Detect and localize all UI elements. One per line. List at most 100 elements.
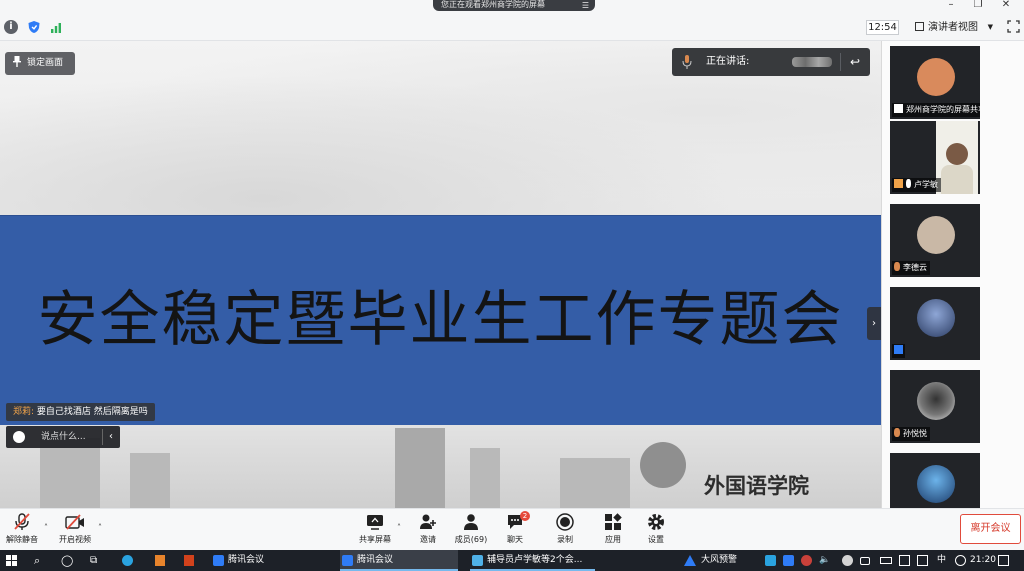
- tencent-meeting-icon: [342, 555, 353, 566]
- share-screen-label: 共享屏幕: [359, 535, 391, 544]
- system-clock[interactable]: 21:20: [970, 550, 996, 571]
- apps-label: 应用: [605, 535, 621, 544]
- muted-microphone-icon: [14, 513, 30, 530]
- shared-screen-stage: 安全稳定暨毕业生工作专题会 外国语学院 锁定画面 正在讲话: ↩ 郑莉: 要自己…: [0, 41, 881, 508]
- display-icon[interactable]: [860, 557, 870, 565]
- info-icon[interactable]: i: [4, 20, 18, 34]
- participant-name: 李德云: [903, 263, 927, 272]
- user-icon: [464, 514, 478, 530]
- minimize-button[interactable]: –: [938, 0, 964, 11]
- building-shape: [560, 458, 630, 508]
- meeting-clock: 12:54: [866, 20, 899, 35]
- chevron-up-icon[interactable]: ˄: [44, 523, 48, 532]
- participant-tile[interactable]: 卢学敏: [890, 121, 980, 194]
- cloud-icon[interactable]: [842, 555, 853, 566]
- chevron-left-icon[interactable]: ‹: [109, 426, 113, 448]
- file-explorer-icon[interactable]: [155, 555, 165, 566]
- apps-button[interactable]: 应用: [600, 512, 626, 550]
- notification-icon[interactable]: [998, 555, 1009, 566]
- weather-alert[interactable]: 大风预警: [684, 550, 754, 571]
- participant-tile[interactable]: [890, 287, 980, 360]
- record-button[interactable]: 录制: [552, 512, 578, 550]
- chat-quick-input[interactable]: 说点什么... ‹: [6, 426, 120, 448]
- unmute-label: 解除静音: [6, 535, 38, 544]
- view-mode-dropdown[interactable]: 演讲者视图 ▼: [915, 19, 999, 36]
- network-icon[interactable]: [917, 555, 928, 566]
- pin-screen-button[interactable]: 锁定画面: [5, 52, 75, 75]
- fullscreen-icon[interactable]: [1007, 20, 1020, 33]
- gear-icon: [648, 514, 664, 530]
- chevron-up-icon[interactable]: ˄: [98, 523, 102, 532]
- task-view-icon[interactable]: ⧉: [90, 550, 97, 571]
- emoji-icon[interactable]: [13, 431, 25, 443]
- person-head-shape: [946, 143, 968, 165]
- avatar: [917, 465, 955, 503]
- screen-share-notice: 您正在观看郑州商学院的屏幕 ☰: [433, 0, 595, 11]
- start-video-button[interactable]: 开启视频: [56, 512, 94, 550]
- layout-icon: [915, 22, 924, 31]
- taskbar-app-label: 腾讯会议: [228, 555, 265, 565]
- participant-tile[interactable]: 李德云: [890, 204, 980, 277]
- user-icon: [894, 179, 903, 188]
- chevron-up-icon[interactable]: ˄: [397, 523, 401, 532]
- participant-name-tag: 孙悦悦: [892, 427, 930, 441]
- settings-button[interactable]: 设置: [643, 512, 669, 550]
- tray-security-icon[interactable]: [801, 555, 812, 566]
- invite-button[interactable]: 邀请: [415, 512, 441, 550]
- search-icon[interactable]: ⌕: [34, 550, 40, 571]
- ime-indicator[interactable]: 中: [937, 550, 946, 571]
- avatar: [917, 58, 955, 96]
- close-button[interactable]: ✕: [993, 0, 1019, 11]
- participant-name: 孙悦悦: [903, 429, 927, 438]
- video-off-icon: [65, 514, 84, 530]
- muted-microphone-icon: [894, 262, 900, 271]
- windows-start-icon[interactable]: [6, 555, 17, 566]
- muted-microphone-icon: [894, 428, 900, 437]
- cortana-icon[interactable]: ◯: [61, 550, 73, 571]
- meeting-toolbar: 解除静音 ˄ 开启视频 ˄ 共享屏幕 ˄ 邀请 成员(69) 聊天 录制 应用 …: [0, 508, 1024, 550]
- signal-icon[interactable]: [50, 20, 64, 34]
- participant-tile[interactable]: 孙悦悦: [890, 370, 980, 443]
- unmute-button[interactable]: 解除静音: [4, 512, 40, 550]
- participant-name: 郑州商学院的屏幕共享: [906, 105, 980, 114]
- leave-meeting-button[interactable]: 离开会议: [960, 514, 1021, 544]
- keyboard-icon[interactable]: [899, 555, 910, 566]
- edge-browser-icon[interactable]: [122, 555, 133, 566]
- taskbar-app-tencent-meeting-active[interactable]: 腾讯会议: [340, 550, 458, 571]
- taskbar-app-label: 腾讯会议: [357, 555, 394, 565]
- divider: [840, 53, 841, 71]
- qq-chat-icon: [472, 555, 483, 566]
- return-arrow-icon[interactable]: ↩: [850, 48, 860, 76]
- slide-title: 安全稳定暨毕业生工作专题会: [37, 285, 844, 355]
- taskbar-app-chat-window[interactable]: 辅导员卢学敏等2个会...: [470, 550, 595, 571]
- microphone-icon: [906, 179, 911, 188]
- participant-name-tag: 李德云: [892, 261, 930, 275]
- volume-icon[interactable]: 🔈: [819, 550, 830, 571]
- participant-camera-video: [936, 121, 978, 194]
- restore-button[interactable]: ❐: [965, 0, 991, 11]
- os-taskbar: ⌕ ◯ ⧉ 腾讯会议 腾讯会议 辅导员卢学敏等2个会... 大风预警 🔈 中 2…: [0, 550, 1024, 571]
- chevron-down-icon: ▼: [987, 23, 993, 31]
- list-icon[interactable]: ☰: [582, 1, 589, 10]
- record-label: 录制: [557, 535, 573, 544]
- avatar: [917, 299, 955, 337]
- participant-tile[interactable]: 郑州商学院的屏幕共享: [890, 46, 980, 119]
- shield-icon[interactable]: [27, 20, 41, 34]
- participant-tile[interactable]: [890, 453, 980, 508]
- building-shape: [470, 448, 500, 508]
- sidebar-toggle-button[interactable]: ›: [867, 307, 881, 340]
- speaking-label: 正在讲话:: [706, 56, 750, 67]
- input-mode-icon[interactable]: [955, 555, 966, 566]
- share-screen-button[interactable]: 共享屏幕: [356, 512, 394, 550]
- participant-video-sidebar: 郑州商学院的屏幕共享 卢学敏 李德云 孙悦悦: [881, 41, 1024, 508]
- battery-icon[interactable]: [880, 557, 892, 564]
- members-button[interactable]: 成员(69): [453, 512, 489, 550]
- chat-unread-badge: 2: [520, 511, 530, 521]
- active-speaker-indicator: 正在讲话: ↩: [672, 48, 870, 76]
- building-shape: [395, 428, 445, 508]
- office-icon[interactable]: [184, 555, 194, 566]
- tray-tencent-icon[interactable]: [783, 555, 794, 566]
- settings-label: 设置: [648, 535, 664, 544]
- taskbar-app-tencent-meeting[interactable]: 腾讯会议: [211, 550, 326, 571]
- tray-app-icon[interactable]: [765, 555, 776, 566]
